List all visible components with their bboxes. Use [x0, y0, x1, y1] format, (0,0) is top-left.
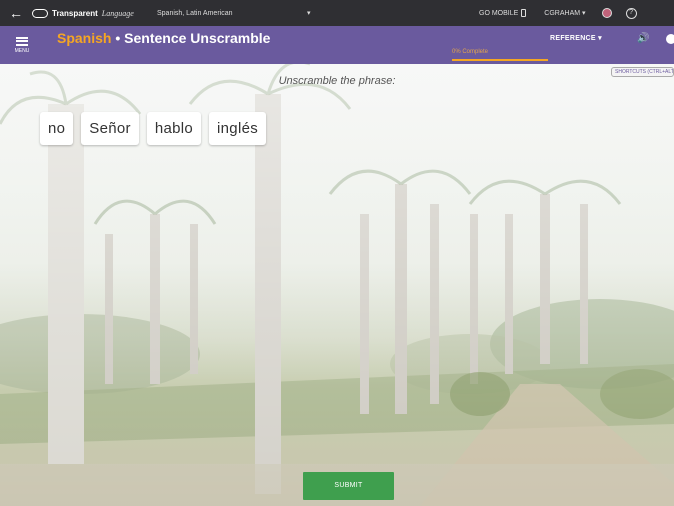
- top-nav-bar: ← Transparent Language Spanish, Latin Am…: [0, 0, 674, 26]
- title-language: Spanish: [57, 30, 112, 46]
- instruction-text: Unscramble the phrase:: [278, 75, 396, 87]
- phone-icon: [521, 9, 527, 17]
- word-tile[interactable]: no: [40, 112, 74, 145]
- word-tiles: no Señor hablo inglés: [40, 112, 267, 145]
- globe-icon[interactable]: [601, 8, 612, 18]
- brand-logo[interactable]: Transparent Language: [32, 8, 157, 18]
- menu-button[interactable]: MENU: [0, 26, 44, 64]
- word-tile[interactable]: inglés: [209, 112, 267, 145]
- language-select[interactable]: Spanish, Latin American: [157, 10, 307, 17]
- title-activity: Sentence Unscramble: [124, 30, 271, 46]
- progress-label: 0% Complete: [452, 49, 489, 55]
- hamburger-icon: [16, 36, 28, 46]
- back-arrow-icon[interactable]: ←: [0, 5, 32, 21]
- cloud-logo-icon: [32, 8, 48, 18]
- progress-bar: [452, 59, 548, 61]
- speaker-icon[interactable]: 🔊: [637, 33, 649, 44]
- go-mobile-label: GO MOBILE: [479, 9, 519, 17]
- submit-button[interactable]: SUBMIT: [303, 472, 394, 500]
- brand-script: Language: [101, 8, 134, 18]
- brand-name: Transparent: [52, 8, 98, 18]
- reference-dropdown[interactable]: REFERENCE ▾: [550, 34, 602, 42]
- activity-header: MENU Spanish • Sentence Unscramble 0% Co…: [0, 26, 674, 64]
- settings-icon[interactable]: [666, 34, 674, 44]
- help-icon[interactable]: ?: [625, 7, 637, 19]
- word-tile[interactable]: hablo: [146, 112, 202, 145]
- word-tile[interactable]: Señor: [81, 112, 139, 145]
- title-separator: •: [111, 30, 125, 46]
- menu-label: MENU: [14, 47, 30, 54]
- go-mobile-button[interactable]: GO MOBILE: [479, 9, 527, 17]
- user-menu[interactable]: CGRAHAM ▾: [544, 9, 585, 17]
- page-title: Spanish • Sentence Unscramble: [57, 30, 270, 46]
- chevron-down-icon[interactable]: ▾: [307, 9, 467, 17]
